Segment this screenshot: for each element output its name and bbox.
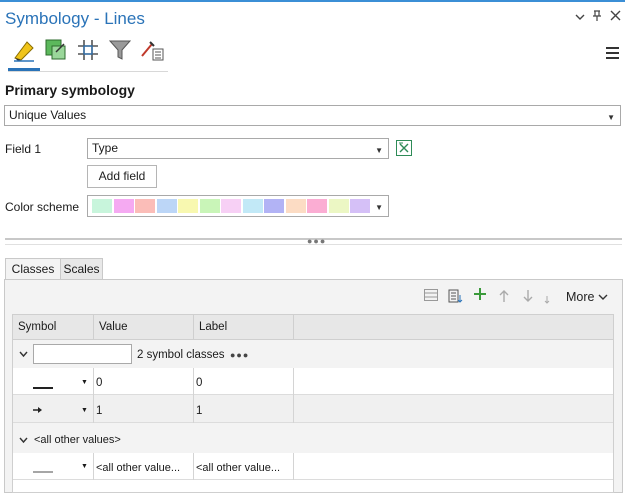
pane-menu-chevron-icon[interactable] xyxy=(575,11,585,25)
color-swatch xyxy=(156,199,177,213)
symbology-method-dropdown[interactable]: Unique Values ▼ xyxy=(4,105,621,126)
column-divider xyxy=(193,453,194,480)
header-symbol[interactable]: Symbol xyxy=(13,315,94,340)
row-label[interactable]: 1 xyxy=(196,404,202,418)
color-swatch xyxy=(264,199,284,213)
color-scheme-dropdown[interactable]: ▼ xyxy=(87,195,389,217)
header-value[interactable]: Value xyxy=(94,315,194,340)
tab-classes[interactable]: Classes xyxy=(5,258,61,281)
pin-icon[interactable] xyxy=(592,10,602,25)
add-class-icon[interactable] xyxy=(473,287,487,304)
more-menu-button[interactable]: More xyxy=(566,290,608,304)
color-swatch xyxy=(199,199,220,213)
symbol-dropdown-caret-icon[interactable]: ▼ xyxy=(81,460,88,474)
color-swatch xyxy=(307,199,327,213)
color-swatch xyxy=(350,199,370,213)
chevron-down-icon xyxy=(598,290,608,304)
group-heading-input[interactable] xyxy=(33,344,132,364)
field1-dropdown[interactable]: Type ▼ xyxy=(87,138,389,159)
color-swatch xyxy=(328,199,349,213)
column-divider xyxy=(93,368,94,423)
hamburger-menu-icon[interactable] xyxy=(606,47,619,62)
column-divider xyxy=(293,368,294,423)
symbol-dropdown-caret-icon[interactable]: ▼ xyxy=(81,376,88,390)
add-field-button[interactable]: Add field xyxy=(87,165,157,188)
row-value[interactable]: <all other value... xyxy=(96,461,192,475)
row-value[interactable]: 0 xyxy=(96,376,102,390)
pane-title: Symbology - Lines xyxy=(5,9,145,28)
table-row[interactable] xyxy=(13,395,613,423)
column-divider xyxy=(293,453,294,480)
line-symbol-icon[interactable] xyxy=(33,380,53,394)
arrow-line-symbol-icon[interactable] xyxy=(33,404,43,418)
collapse-chevron-icon[interactable] xyxy=(19,348,28,362)
sql-expression-icon[interactable] xyxy=(396,140,412,156)
symbol-layer-drawing-icon[interactable] xyxy=(76,38,100,65)
color-swatch xyxy=(178,199,198,213)
iconbar-divider xyxy=(8,71,168,72)
splitter-line xyxy=(5,244,622,245)
line-symbol-icon[interactable] xyxy=(33,464,53,478)
other-values-heading: <all other values> xyxy=(34,434,121,446)
symbol-dropdown-caret-icon[interactable]: ▼ xyxy=(81,404,88,418)
header-blank xyxy=(294,315,613,340)
row-value[interactable]: 1 xyxy=(96,404,102,418)
group-count: 2 symbol classes xyxy=(137,349,225,361)
color-swatch xyxy=(113,199,134,213)
caret-down-icon: ▼ xyxy=(375,203,383,212)
classes-grid: Symbol Value Label 2 symbol classes ●●● … xyxy=(12,314,614,493)
row-label[interactable]: 0 xyxy=(196,376,202,390)
row-label[interactable]: <all other value... xyxy=(196,461,292,475)
symbology-method-value: Unique Values xyxy=(9,108,87,122)
column-divider xyxy=(193,368,194,423)
filter-icon[interactable] xyxy=(108,38,132,65)
table-view-icon[interactable] xyxy=(424,289,438,304)
color-swatch xyxy=(135,199,155,213)
caret-down-icon: ▼ xyxy=(607,113,615,122)
field1-value: Type xyxy=(92,141,119,155)
color-scheme-label: Color scheme xyxy=(5,200,80,214)
color-swatch xyxy=(285,199,306,213)
tab-scales[interactable]: Scales xyxy=(60,258,103,280)
more-label: More xyxy=(566,290,595,304)
color-swatch xyxy=(92,199,112,213)
color-swatch xyxy=(242,199,263,213)
sort-icon[interactable] xyxy=(543,293,551,308)
caret-down-icon: ▼ xyxy=(375,146,383,155)
table-row[interactable] xyxy=(13,368,613,395)
move-down-icon[interactable] xyxy=(522,289,534,306)
attribute-driven-icon[interactable] xyxy=(140,38,166,65)
add-all-values-icon[interactable] xyxy=(448,289,464,306)
section-title: Primary symbology xyxy=(5,82,135,98)
primary-symbology-icon[interactable] xyxy=(12,38,36,65)
window-top-border xyxy=(0,0,625,2)
vary-symbology-icon[interactable] xyxy=(44,38,68,65)
color-swatch xyxy=(221,199,241,213)
column-divider xyxy=(93,453,94,480)
close-icon[interactable] xyxy=(610,10,621,24)
collapse-chevron-icon[interactable] xyxy=(19,434,28,448)
group-options-icon[interactable]: ●●● xyxy=(230,348,249,362)
field1-label: Field 1 xyxy=(5,142,42,156)
header-label[interactable]: Label xyxy=(194,315,294,340)
move-up-icon[interactable] xyxy=(498,289,510,306)
